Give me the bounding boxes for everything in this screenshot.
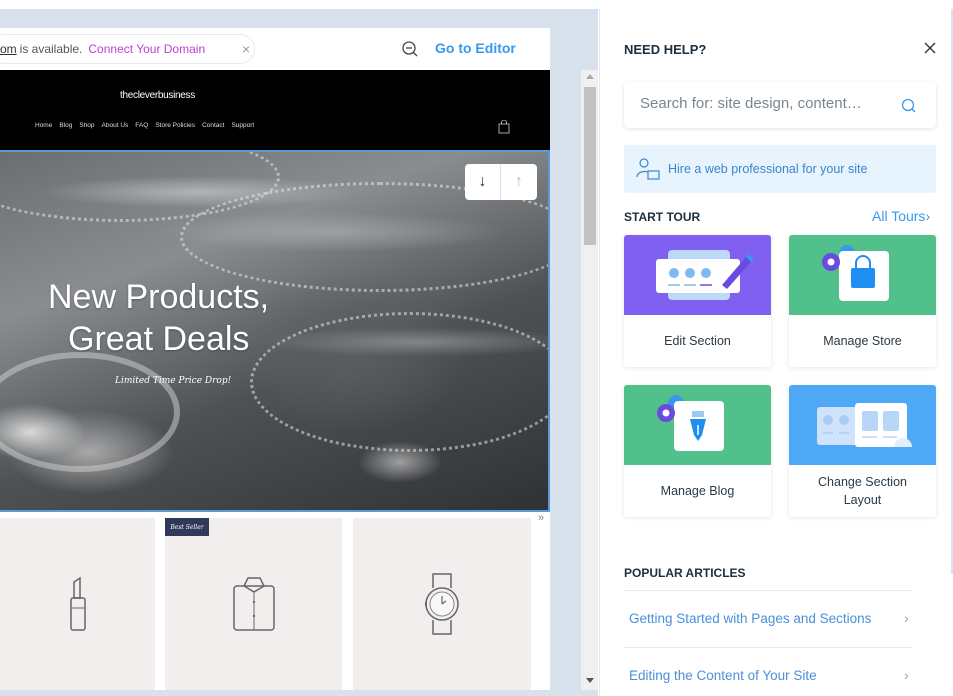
tour-card-label: Edit Section (664, 334, 731, 348)
all-tours-link[interactable]: All Tours› (872, 208, 930, 224)
article-link[interactable]: Editing the Content of Your Site › (624, 647, 913, 696)
professional-icon (636, 158, 660, 180)
chevron-right-icon: › (904, 667, 909, 683)
pen-nib-icon (657, 395, 724, 451)
article-link[interactable]: Getting Started with Pages and Sections … (624, 590, 913, 646)
preview-toolbar: om is available. Connect Your Domain × G… (0, 28, 550, 70)
nav-home[interactable]: Home (35, 122, 52, 129)
ring-decoration (0, 352, 180, 472)
manage-blog-illustration (624, 385, 771, 465)
best-seller-badge: Best Seller (165, 518, 209, 536)
store-bag-icon (822, 245, 889, 301)
hero-section[interactable]: New Products, Great Deals Limited Time P… (0, 150, 550, 512)
hero-title-line1: New Products, (48, 278, 270, 316)
nav-support[interactable]: Support (231, 122, 254, 129)
section-move-controls: ↓ ↑ (465, 164, 537, 200)
nav-faq[interactable]: FAQ (135, 122, 148, 129)
help-search-input[interactable] (640, 95, 890, 112)
go-to-editor-button[interactable]: Go to Editor (435, 40, 516, 56)
tour-card-label: Manage Blog (660, 484, 735, 498)
article-title: Editing the Content of Your Site (629, 668, 817, 683)
site-logo[interactable]: thecleverbusiness (120, 90, 195, 101)
top-strip (0, 0, 953, 9)
nav-shop[interactable]: Shop (79, 122, 94, 129)
product-card[interactable] (0, 518, 155, 690)
nav-about-us[interactable]: About Us (102, 122, 129, 129)
hire-professional-banner[interactable]: Hire a web professional for your site (624, 145, 936, 193)
preview-scrollbar[interactable] (581, 70, 598, 690)
tour-card-label: Manage Store (823, 334, 902, 348)
edit-section-icon (656, 250, 754, 300)
change-layout-illustration (789, 385, 936, 465)
help-panel-title: NEED HELP? (624, 42, 707, 57)
shopping-bag-icon[interactable] (497, 120, 511, 134)
nav-contact[interactable]: Contact (202, 122, 224, 129)
move-section-down-button[interactable]: ↓ (465, 164, 501, 200)
move-section-up-button[interactable]: ↑ (501, 164, 537, 200)
manage-store-illustration (789, 235, 936, 315)
tour-card-label: Change Section Layout (818, 475, 907, 507)
hero-title-line2: Great Deals (68, 320, 250, 358)
gallery-next-arrow[interactable]: » (538, 512, 544, 524)
help-search-box (624, 82, 936, 128)
tour-card-change-section-layout[interactable]: Change Section Layout (789, 385, 936, 517)
tour-card-manage-blog[interactable]: Manage Blog (624, 385, 771, 517)
availability-text: is available. (19, 42, 83, 56)
watch-icon (425, 573, 459, 635)
hero-subtitle: Limited Time Price Drop! (115, 376, 232, 386)
chevron-right-icon: › (925, 208, 931, 224)
nav-blog[interactable]: Blog (59, 122, 72, 129)
site-header: thecleverbusiness Home Blog Shop About U… (0, 70, 550, 150)
tour-card-edit-section[interactable]: Edit Section (624, 235, 771, 367)
product-gallery: Best Seller » (0, 512, 550, 690)
article-title: Getting Started with Pages and Sections (629, 611, 872, 626)
scroll-up-arrow-icon[interactable] (586, 74, 594, 79)
nav-store-policies[interactable]: Store Policies (155, 122, 195, 129)
chevron-right-icon: › (904, 610, 909, 626)
help-panel: NEED HELP? Hire a web professional for y… (599, 9, 953, 696)
scroll-thumb[interactable] (584, 87, 596, 245)
shirt-icon (232, 577, 275, 631)
connect-domain-link[interactable]: Connect Your Domain (88, 42, 205, 56)
notice-close-icon[interactable]: × (242, 34, 254, 64)
domain-link[interactable]: om (0, 42, 17, 56)
all-tours-label: All Tours (872, 208, 926, 224)
hire-professional-text: Hire a web professional for your site (668, 162, 868, 176)
site-preview: om is available. Connect Your Domain × G… (0, 28, 550, 690)
tour-card-manage-store[interactable]: Manage Store (789, 235, 936, 367)
start-tour-heading: START TOUR (624, 210, 701, 224)
popular-articles-heading: POPULAR ARTICLES (624, 566, 746, 580)
product-card[interactable] (165, 518, 342, 690)
zoom-out-icon[interactable] (401, 40, 419, 58)
lipstick-icon (69, 576, 86, 631)
layout-icon (817, 403, 912, 447)
scroll-down-arrow-icon[interactable] (586, 678, 594, 683)
site-nav: Home Blog Shop About Us FAQ Store Polici… (35, 122, 254, 129)
product-card[interactable] (353, 518, 531, 690)
edit-section-illustration (624, 235, 771, 315)
hero-title: New Products, Great Deals (48, 276, 269, 360)
close-icon[interactable] (922, 40, 938, 56)
search-icon[interactable] (901, 98, 917, 114)
domain-notice-text: om is available. Connect Your Domain (0, 34, 390, 64)
chain-decoration (250, 312, 548, 452)
